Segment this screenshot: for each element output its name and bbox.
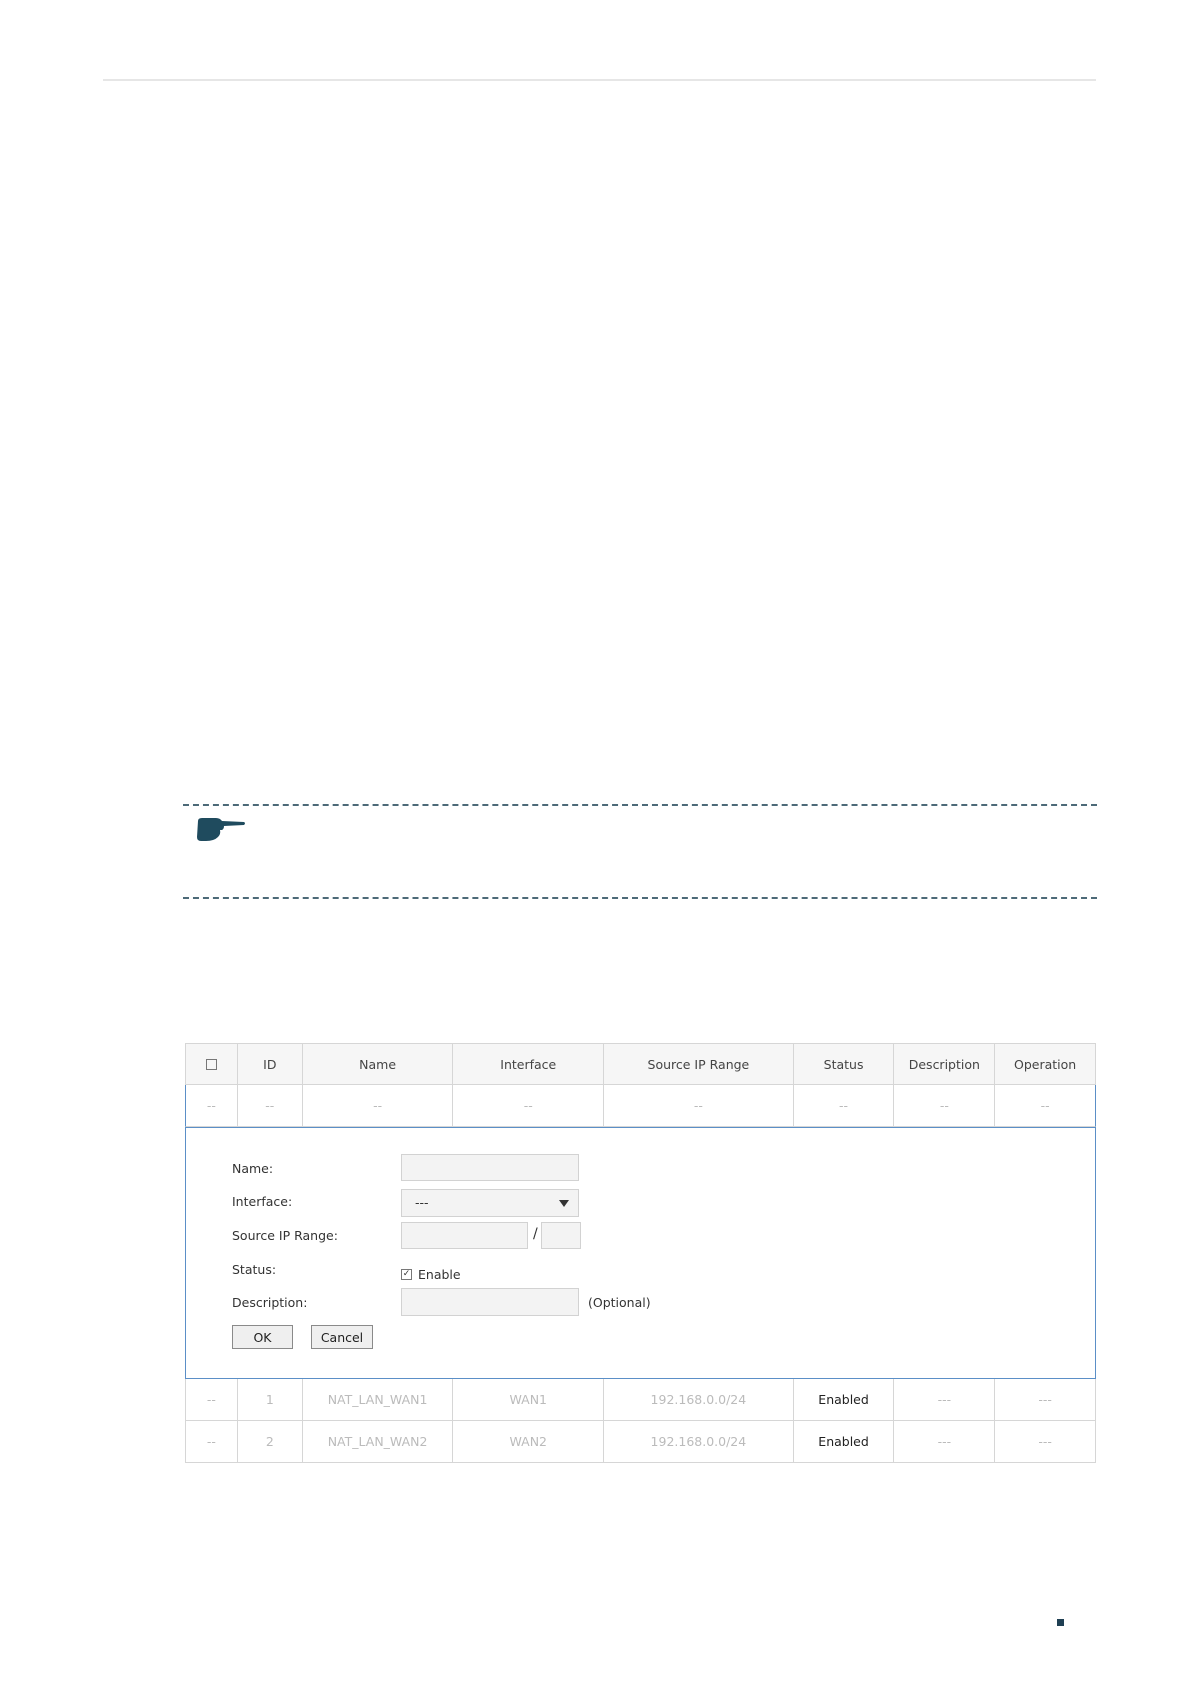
ok-button[interactable]: OK (232, 1325, 293, 1349)
column-header-source-ip-range[interactable]: Source IP Range (604, 1044, 794, 1084)
description-optional-hint: (Optional) (588, 1295, 651, 1310)
column-header-status[interactable]: Status (794, 1044, 895, 1084)
note-top-border (183, 804, 1097, 806)
table-cell: -- (604, 1085, 794, 1126)
column-header-description[interactable]: Description (894, 1044, 996, 1084)
table-cell: 2 (238, 1421, 303, 1462)
table-cell: --- (894, 1379, 996, 1420)
status-cell: Enabled (794, 1421, 895, 1462)
column-header-operation: Operation (1014, 1056, 1077, 1072)
header-rule (103, 79, 1096, 81)
table-cell: --- (1038, 1392, 1052, 1407)
interface-select-value: --- (415, 1195, 429, 1210)
table-cell: -- (186, 1379, 238, 1420)
rule-edit-form: Name: Interface: --- Source IP Range: / … (185, 1127, 1096, 1379)
page-marker (1057, 1619, 1064, 1626)
interface-select[interactable]: --- (401, 1189, 579, 1217)
note-box (183, 804, 1097, 899)
table-cell: --- (1038, 1434, 1052, 1449)
note-bottom-border (183, 897, 1097, 899)
source-ip-address-input[interactable] (401, 1222, 528, 1249)
table-cell: WAN2 (453, 1421, 605, 1462)
nat-rule-table: ID Name Interface Source IP Range Status… (185, 1043, 1096, 1463)
column-header-id[interactable]: ID (238, 1044, 303, 1084)
table-cell: -- (894, 1085, 996, 1126)
source-ip-mask-input[interactable] (541, 1222, 581, 1249)
table-cell: 192.168.0.0/24 (604, 1421, 794, 1462)
table-cell: -- (186, 1085, 238, 1126)
description-label: Description: (232, 1295, 308, 1310)
name-label: Name: (232, 1161, 274, 1176)
table-cell: -- (186, 1421, 238, 1462)
table-cell: NAT_LAN_WAN2 (303, 1421, 454, 1462)
table-cell: -- (453, 1085, 605, 1126)
table-row[interactable]: -- 1 NAT_LAN_WAN1 WAN1 192.168.0.0/24 En… (185, 1379, 1096, 1421)
table-cell: NAT_LAN_WAN1 (303, 1379, 454, 1420)
select-all-cell (186, 1044, 238, 1084)
table-cell: --- (894, 1421, 996, 1462)
pointing-hand-icon (197, 818, 245, 841)
status-enable-option[interactable]: ✓ Enable (401, 1267, 461, 1282)
cancel-button[interactable]: Cancel (311, 1325, 373, 1349)
status-cell: Enabled (794, 1379, 895, 1420)
table-cell: -- (303, 1085, 454, 1126)
table-cell: 1 (238, 1379, 303, 1420)
status-enable-label: Enable (418, 1267, 461, 1282)
table-row[interactable]: -- 2 NAT_LAN_WAN2 WAN2 192.168.0.0/24 En… (185, 1421, 1096, 1463)
table-header-row: ID Name Interface Source IP Range Status… (185, 1043, 1096, 1085)
table-cell: -- (1040, 1098, 1050, 1113)
chevron-down-icon (559, 1200, 569, 1207)
column-header-interface[interactable]: Interface (453, 1044, 605, 1084)
source-ip-range-label: Source IP Range: (232, 1228, 338, 1243)
table-cell: -- (238, 1085, 303, 1126)
column-header-name[interactable]: Name (303, 1044, 454, 1084)
status-enable-checkbox[interactable]: ✓ (401, 1269, 412, 1280)
select-all-checkbox[interactable] (205, 1058, 217, 1070)
interface-label: Interface: (232, 1194, 293, 1209)
name-input[interactable] (401, 1154, 579, 1181)
table-row-new[interactable]: -- -- -- -- -- -- -- -- (185, 1085, 1096, 1127)
table-cell: WAN1 (453, 1379, 605, 1420)
table-cell: 192.168.0.0/24 (604, 1379, 794, 1420)
status-label: Status: (232, 1262, 277, 1277)
ip-mask-separator: / (533, 1226, 538, 1242)
description-input[interactable] (401, 1288, 579, 1316)
table-cell: -- (794, 1085, 895, 1126)
